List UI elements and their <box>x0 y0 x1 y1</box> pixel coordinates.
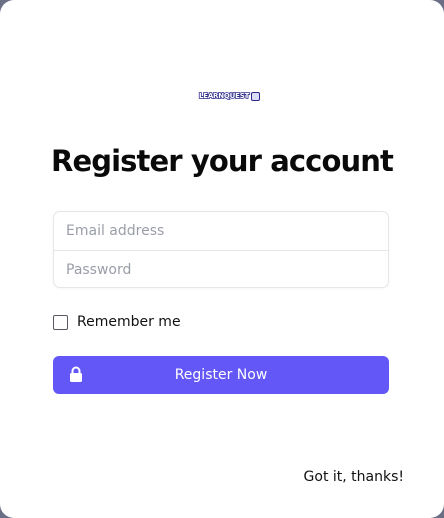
credentials-form <box>53 211 389 288</box>
logo-wordmark: LEARNQUEST <box>198 91 250 101</box>
register-button-label: Register Now <box>174 367 268 383</box>
remember-me-checkbox[interactable] <box>53 314 68 330</box>
email-field-wrapper <box>54 212 388 250</box>
learnquest-logo: LEARNQUEST <box>198 90 260 102</box>
remember-me-label[interactable]: Remember me <box>77 313 181 331</box>
lock-icon <box>70 366 82 382</box>
password-field[interactable] <box>66 251 388 288</box>
page-title: Register your account <box>51 144 394 178</box>
password-field-wrapper <box>54 250 388 288</box>
register-dialog: LEARNQUEST Register your account Remembe… <box>0 0 444 518</box>
got-it-button[interactable]: Got it, thanks! <box>304 468 404 486</box>
email-field[interactable] <box>66 212 388 250</box>
logo-badge-icon <box>251 91 260 101</box>
register-button[interactable]: Register Now <box>53 356 389 394</box>
remember-me-row[interactable]: Remember me <box>53 313 181 331</box>
